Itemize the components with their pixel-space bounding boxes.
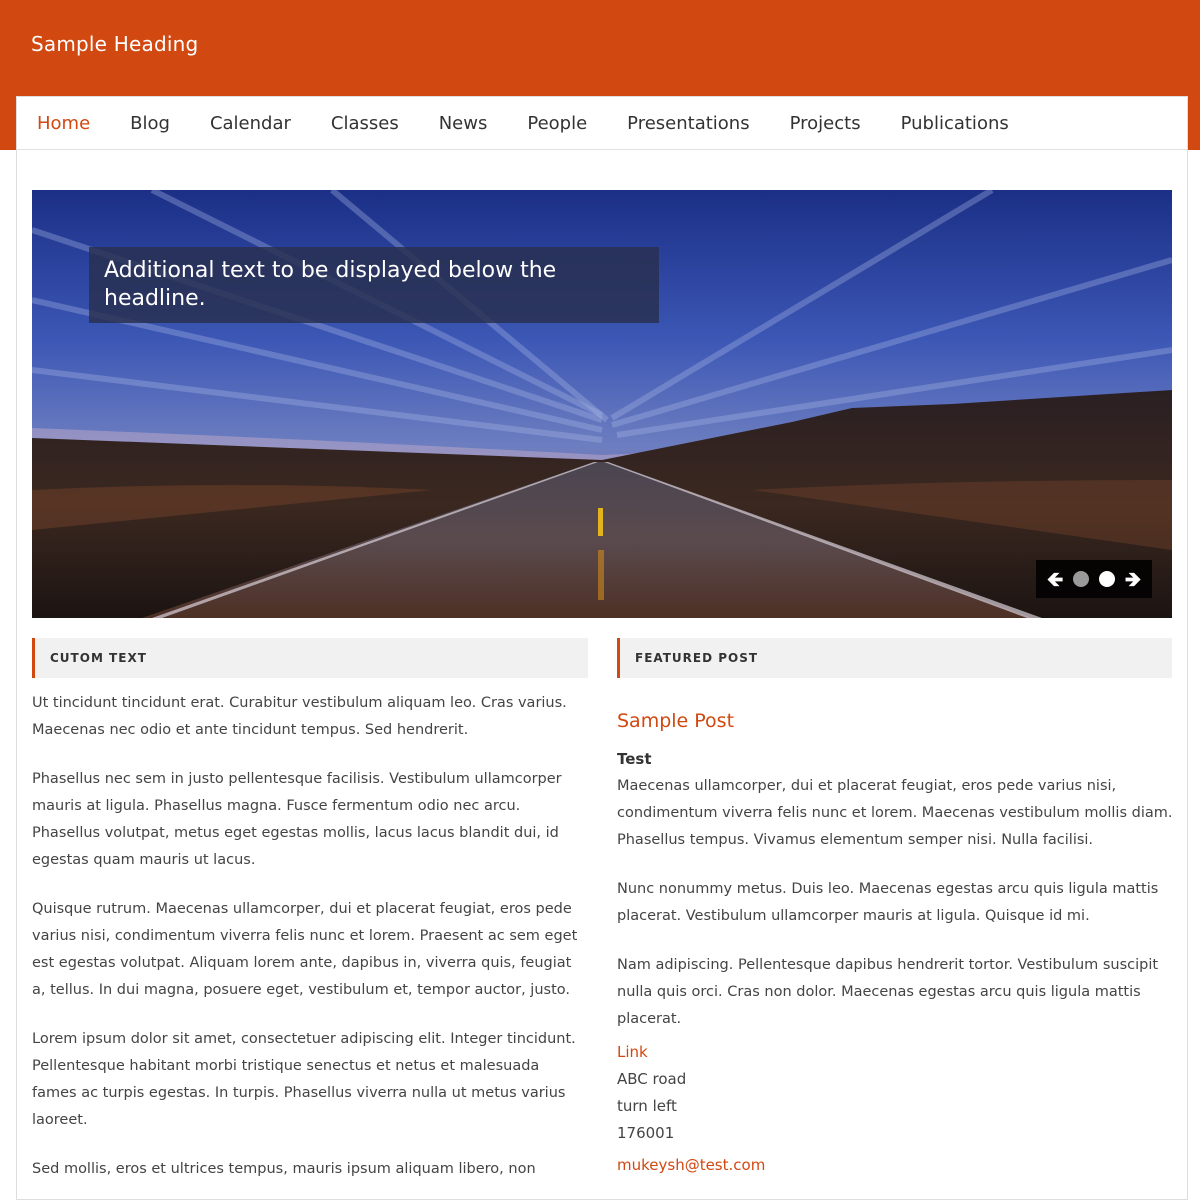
nav-item-classes[interactable]: Classes bbox=[331, 113, 399, 134]
slide-dot-2[interactable] bbox=[1098, 571, 1115, 587]
custom-text-paragraph: Ut tincidunt tincidunt erat. Curabitur v… bbox=[32, 695, 567, 738]
slide-dot-1[interactable] bbox=[1073, 571, 1090, 587]
nav-item-publications[interactable]: Publications bbox=[901, 113, 1009, 134]
custom-text-paragraph: Sed mollis, eros et ultrices tempus, mau… bbox=[32, 1161, 536, 1177]
featured-post-heading: FEATURED POST bbox=[617, 638, 1172, 678]
arrow-left-icon[interactable]: 🡸 bbox=[1047, 569, 1063, 589]
post-paragraph: Nam adipiscing. Pellentesque dapibus hen… bbox=[617, 957, 1159, 1027]
nav-item-home[interactable]: Home bbox=[37, 113, 90, 134]
post-paragraph: Maecenas ullamcorper, dui et placerat fe… bbox=[617, 778, 1173, 848]
custom-text-paragraph: Phasellus nec sem in justo pellentesque … bbox=[32, 771, 562, 868]
post-subtitle: Test bbox=[617, 750, 652, 768]
featured-post-widget: Sample Post Test Maecenas ullamcorper, d… bbox=[617, 710, 1173, 1179]
nav-item-news[interactable]: News bbox=[439, 113, 488, 134]
arrow-right-icon[interactable]: 🡺 bbox=[1125, 569, 1141, 589]
custom-text-paragraph: Quisque rutrum. Maecenas ullamcorper, du… bbox=[32, 901, 578, 998]
main-navigation: Home Blog Calendar Classes News People P… bbox=[17, 97, 1187, 150]
slider-controls: 🡸 🡺 bbox=[1036, 560, 1152, 598]
custom-text-paragraph: Lorem ipsum dolor sit amet, consectetuer… bbox=[32, 1031, 576, 1128]
custom-text-widget: Ut tincidunt tincidunt erat. Curabitur v… bbox=[32, 690, 588, 1200]
post-title-link[interactable]: Sample Post bbox=[617, 710, 1173, 732]
address-line: turn left bbox=[617, 1097, 677, 1115]
hero-slider[interactable]: Additional text to be displayed below th… bbox=[32, 190, 1172, 618]
site-title[interactable]: Sample Heading bbox=[31, 32, 198, 56]
nav-item-people[interactable]: People bbox=[527, 113, 587, 134]
post-link[interactable]: Link bbox=[617, 1039, 1173, 1066]
custom-text-heading: CUTOM TEXT bbox=[32, 638, 588, 678]
address-line: 176001 bbox=[617, 1124, 675, 1142]
post-paragraph: Nunc nonummy metus. Duis leo. Maecenas e… bbox=[617, 881, 1159, 924]
nav-item-blog[interactable]: Blog bbox=[130, 113, 170, 134]
slide-caption: Additional text to be displayed below th… bbox=[89, 247, 659, 323]
nav-item-calendar[interactable]: Calendar bbox=[210, 113, 291, 134]
address-line: ABC road bbox=[617, 1070, 687, 1088]
email-link[interactable]: mukeysh@test.com bbox=[617, 1152, 1173, 1179]
nav-item-projects[interactable]: Projects bbox=[790, 113, 861, 134]
nav-item-presentations[interactable]: Presentations bbox=[627, 113, 749, 134]
